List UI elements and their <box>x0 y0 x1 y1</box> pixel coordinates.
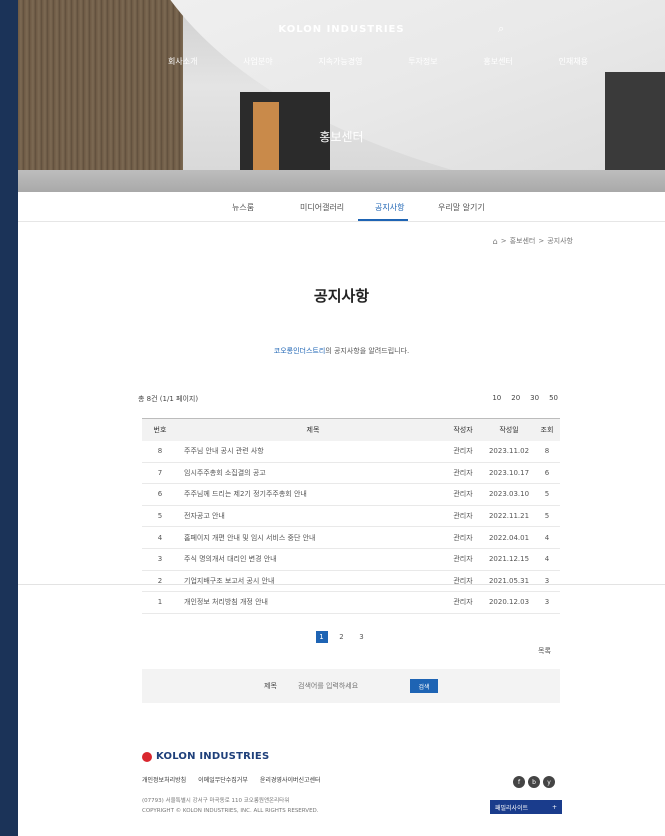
table-row[interactable]: 2 기업지배구조 보고서 공시 안내 관리자 2021.05.31 3 <box>142 570 560 593</box>
kolon-logo-icon <box>142 751 152 762</box>
nav-item-pr[interactable]: 홍보센터 <box>483 56 512 67</box>
page-button-1[interactable]: 1 <box>315 631 328 643</box>
intro-text: 코오롱인더스트리의 공지사항을 알려드립니다. <box>18 346 665 356</box>
pagination: 1 2 3 <box>18 631 665 643</box>
list-button[interactable]: 목록 <box>538 646 551 656</box>
hero-banner: KOLON INDUSTRIES ⌕ 회사소개 사업분야 지속가능경영 투자정보… <box>18 0 665 192</box>
notice-title-link[interactable]: 주주님께 드리는 제2기 정기주주총회 안내 <box>178 483 442 506</box>
footer-info: (07793) 서울특별시 강서구 마곡동로 110 코오롱원앤온리타워 COP… <box>142 796 319 816</box>
footer-copyright: COPYRIGHT © KOLON INDUSTRIES, INC. ALL R… <box>142 808 319 814</box>
section-divider <box>18 584 665 585</box>
nav-item-sustainability[interactable]: 지속가능경영 <box>318 56 362 67</box>
col-header-date: 작성일 <box>484 418 534 441</box>
col-header-title: 제목 <box>178 418 442 441</box>
table-row[interactable]: 4 홈페이지 개편 안내 및 임시 서비스 중단 안내 관리자 2022.04.… <box>142 526 560 549</box>
nav-item-careers[interactable]: 인재채용 <box>559 56 588 67</box>
search-field-select[interactable]: 제목 <box>264 681 290 691</box>
footer-link-ethics[interactable]: 윤리경영사이버신고센터 <box>260 775 321 784</box>
footer-link-email[interactable]: 이메일무단수집거부 <box>198 775 248 784</box>
table-header-row: 번호 제목 작성자 작성일 조회 <box>142 418 560 441</box>
tab-notice[interactable]: 공지사항 <box>375 202 404 213</box>
breadcrumb-item: 공지사항 <box>547 237 573 245</box>
hero-floor <box>18 170 665 192</box>
global-nav: 회사소개 사업분야 지속가능경영 투자정보 홍보센터 인재채용 <box>168 56 588 67</box>
family-site-label: 패밀리사이트 <box>495 804 529 812</box>
breadcrumb-item[interactable]: 홍보센터 <box>510 236 536 246</box>
nav-item-investor[interactable]: 투자정보 <box>408 56 437 67</box>
view-option[interactable]: 30 <box>530 394 539 402</box>
page: KOLON INDUSTRIES ⌕ 회사소개 사업분야 지속가능경영 투자정보… <box>18 0 665 836</box>
notice-title-link[interactable]: 주식 명의개서 대리인 변경 안내 <box>178 548 442 571</box>
footer-logo[interactable]: KOLON INDUSTRIES <box>142 751 269 762</box>
page-button-3[interactable]: 3 <box>356 631 368 643</box>
search-input[interactable] <box>298 679 388 693</box>
tab-newsroom[interactable]: 뉴스룸 <box>232 202 254 213</box>
footer-logo-text: KOLON INDUSTRIES <box>156 751 270 762</box>
table-row[interactable]: 1 개인정보 처리방침 개정 안내 관리자 2020.12.03 3 <box>142 591 560 614</box>
notice-title-link[interactable]: 주주님 안내 공시 관련 사항 <box>178 440 442 463</box>
view-option[interactable]: 10 <box>492 394 501 402</box>
search-button[interactable]: 검색 <box>410 679 438 693</box>
view-controls: 10 20 30 50 <box>492 394 558 402</box>
family-site-select[interactable]: 패밀리사이트 + <box>490 800 562 814</box>
tab-active-indicator <box>358 219 408 221</box>
intro-rest: 의 공지사항을 알려드립니다. <box>325 347 410 355</box>
youtube-icon[interactable]: y <box>543 776 555 788</box>
table-row[interactable]: 7 임시주주총회 소집결의 공고 관리자 2023.10.17 6 <box>142 462 560 485</box>
table-row[interactable]: 5 전자공고 안내 관리자 2022.11.21 5 <box>142 505 560 528</box>
view-option[interactable]: 20 <box>511 394 520 402</box>
notice-title-link[interactable]: 전자공고 안내 <box>178 505 442 528</box>
notice-title-link[interactable]: 홈페이지 개편 안내 및 임시 서비스 중단 안내 <box>178 526 442 549</box>
col-header-writer: 작성자 <box>442 418 484 441</box>
notice-title-link[interactable]: 기업지배구조 보고서 공시 안내 <box>178 570 442 593</box>
page-button-2[interactable]: 2 <box>336 631 348 643</box>
plus-icon: + <box>551 803 557 811</box>
facebook-icon[interactable]: f <box>513 776 525 788</box>
table-row[interactable]: 3 주식 명의개서 대리인 변경 안내 관리자 2021.12.15 4 <box>142 548 560 571</box>
blog-icon[interactable]: b <box>528 776 540 788</box>
view-option[interactable]: 50 <box>549 394 558 402</box>
footer-link-privacy[interactable]: 개인정보처리방침 <box>142 775 186 784</box>
intro-highlight: 코오롱인더스트리 <box>273 347 326 355</box>
hero-title: 홍보센터 <box>319 130 364 144</box>
page-title: 공지사항 <box>313 287 370 305</box>
list-bar: 총 8건 (1/1 페이지) 10 20 30 50 <box>138 394 558 408</box>
sub-tabs: 뉴스룸 미디어갤러리 공지사항 우리말 알기기 <box>18 192 665 222</box>
footer-links: 개인정보처리방침 이메일무단수집거부 윤리경영사이버신고센터 <box>142 775 321 784</box>
brand-logo[interactable]: KOLON INDUSTRIES <box>18 24 665 35</box>
notice-title-link[interactable]: 개인정보 처리방침 개정 안내 <box>178 591 442 614</box>
nav-item-company[interactable]: 회사소개 <box>168 56 197 67</box>
search-icon[interactable]: ⌕ <box>498 22 512 36</box>
tab-media-gallery[interactable]: 미디어갤러리 <box>300 202 344 213</box>
col-header-views: 조회 <box>534 418 560 441</box>
total-count: 총 8건 (1/1 페이지) <box>138 395 199 403</box>
table-row[interactable]: 8 주주님 안내 공시 관련 사항 관리자 2023.11.02 8 <box>142 440 560 463</box>
nav-item-business[interactable]: 사업분야 <box>243 56 272 67</box>
footer-address: (07793) 서울특별시 강서구 마곡동로 110 코오롱원앤온리타워 <box>142 798 290 804</box>
notice-title-link[interactable]: 임시주주총회 소집결의 공고 <box>178 462 442 485</box>
tab-korean[interactable]: 우리말 알기기 <box>438 202 485 213</box>
breadcrumb: ⌂ > 홍보센터 > 공지사항 <box>492 236 573 246</box>
search-box: 제목 검색 <box>142 669 560 703</box>
sns-links: f b y <box>513 776 555 788</box>
col-header-no: 번호 <box>142 418 178 441</box>
home-icon[interactable]: ⌂ <box>493 237 498 246</box>
table-row[interactable]: 6 주주님께 드리는 제2기 정기주주총회 안내 관리자 2023.03.10 … <box>142 483 560 506</box>
